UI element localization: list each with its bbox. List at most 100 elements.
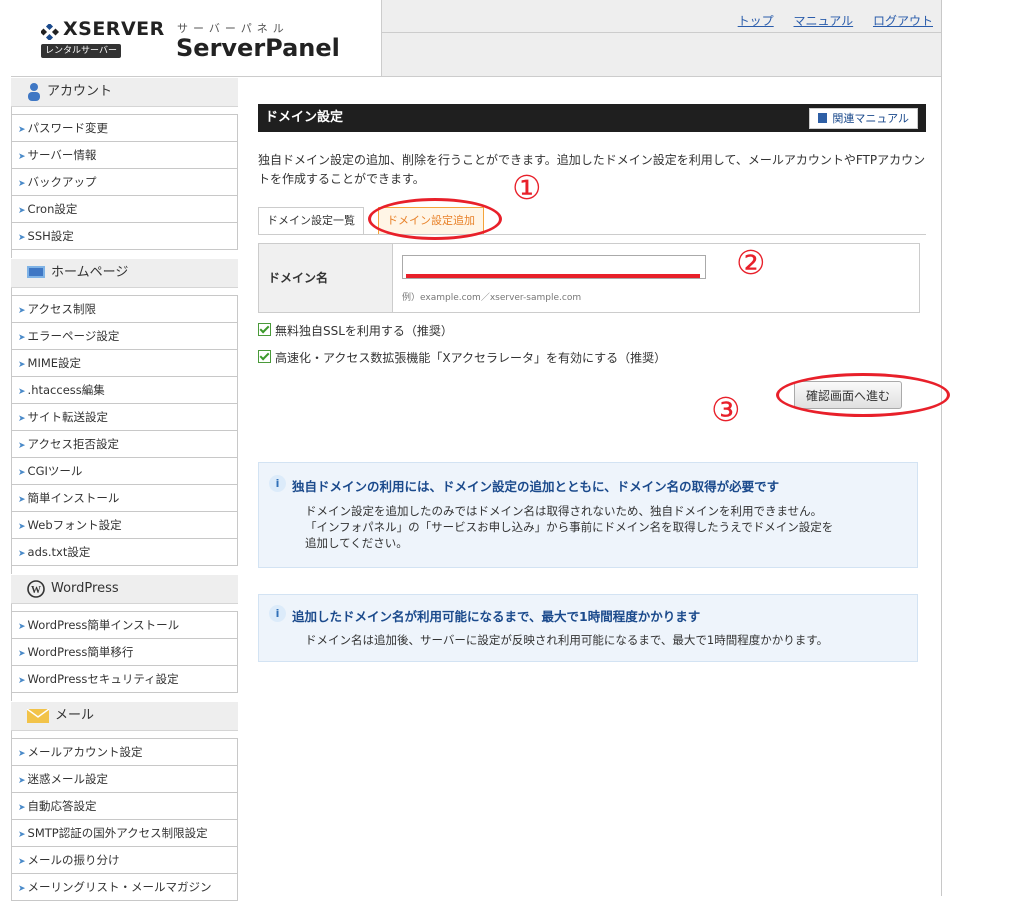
main-content: ドメイン設定 関連マニュアル 独自ドメイン設定の追加、削除を行うことができます。… [258, 104, 926, 662]
arrow-icon: ➤ [18, 360, 26, 370]
ssl-checkbox-row[interactable]: 無料独自SSLを利用する（推奨） [258, 322, 453, 339]
sidebar-item-label: パスワード変更 [27, 121, 109, 135]
sidebar-item-label: SMTP認証の国外アクセス制限設定 [27, 826, 208, 840]
section-title: メール [55, 708, 95, 723]
sidebar-item-label: アクセス制限 [27, 302, 96, 316]
arrow-icon: ➤ [18, 152, 26, 162]
domain-name-label: ドメイン名 [259, 244, 393, 312]
sidebar-item-mime[interactable]: ➤ MIME設定 [12, 350, 237, 377]
page-title-bar: ドメイン設定 関連マニュアル [258, 104, 926, 132]
sidebar-section-homepage: ホームページ [11, 258, 238, 288]
sidebar-item-label: サイト転送設定 [27, 410, 109, 424]
sidebar-item-access-limit[interactable]: ➤ アクセス制限 [12, 296, 237, 323]
sidebar-list-account: ➤ パスワード変更 ➤ サーバー情報 ➤ バックアップ ➤ Cron設定 ➤ SSH設定 [11, 114, 238, 250]
annotation-ellipse-tab [368, 198, 502, 240]
sidebar-item-error-page[interactable]: ➤ エラーページ設定 [12, 323, 237, 350]
sidebar-item-backup[interactable]: ➤ バックアップ [12, 169, 237, 196]
sidebar-item-cgi-tools[interactable]: ➤ CGIツール [12, 458, 237, 485]
top-link[interactable]: トップ [738, 14, 774, 28]
sidebar-item-auto-reply[interactable]: ➤ 自動応答設定 [12, 793, 237, 820]
book-icon [818, 113, 828, 123]
section-title: WordPress [51, 581, 119, 596]
sidebar-item-label: Cron設定 [27, 202, 78, 216]
sidebar-item-web-font[interactable]: ➤ Webフォント設定 [12, 512, 237, 539]
logout-link[interactable]: ログアウト [873, 14, 933, 28]
tab-domain-list[interactable]: ドメイン設定一覧 [258, 207, 364, 234]
sidebar-item-label: WordPress簡単インストール [27, 618, 180, 632]
sidebar-item-label: メーリングリスト・メールマガジン [27, 880, 212, 894]
arrow-icon: ➤ [18, 125, 26, 135]
sidebar-item-mail-filter[interactable]: ➤ メールの振り分け [12, 847, 237, 874]
domain-example-hint: 例）example.com／xserver-sample.com [402, 293, 582, 303]
sidebar-section-wordpress: W WordPress [11, 574, 238, 604]
sidebar-item-label: サーバー情報 [27, 148, 97, 162]
annotation-number-3: ③ [711, 390, 741, 429]
sidebar-item-site-redirect[interactable]: ➤ サイト転送設定 [12, 404, 237, 431]
wordpress-icon: W [27, 579, 45, 598]
arrow-icon: ➤ [18, 333, 26, 343]
arrow-icon: ➤ [18, 206, 26, 216]
sidebar-item-smtp[interactable]: ➤ SMTP認証の国外アクセス制限設定 [12, 820, 237, 847]
info-box-availability: i 追加したドメイン名が利用可能になるまで、最大で1時間程度かかります ドメイン… [258, 594, 918, 662]
xaccelerator-checkbox-label: 高速化・アクセス数拡張機能「Xアクセラレータ」を有効にする（推奨） [275, 351, 667, 365]
sidebar-item-mail-account[interactable]: ➤ メールアカウント設定 [12, 739, 237, 766]
sidebar-item-wp-migrate[interactable]: ➤ WordPress簡単移行 [12, 639, 237, 666]
sidebar-item-label: メールの振り分け [27, 853, 120, 867]
manual-link[interactable]: マニュアル [794, 14, 854, 28]
page-title: ドメイン設定 [265, 110, 344, 125]
sidebar-section-mail: メール [11, 701, 238, 731]
arrow-icon: ➤ [18, 749, 26, 759]
arrow-icon: ➤ [18, 233, 26, 243]
sidebar-item-label: 迷惑メール設定 [27, 772, 109, 786]
related-manual-label: 関連マニュアル [832, 112, 909, 125]
sidebar: アカウント ➤ パスワード変更 ➤ サーバー情報 ➤ バックアップ ➤ Cron設定 ➤… [11, 77, 238, 909]
checkbox-checked-icon[interactable] [258, 323, 271, 336]
checkbox-checked-icon[interactable] [258, 350, 271, 363]
ssl-checkbox-label: 無料独自SSLを利用する（推奨） [275, 324, 453, 338]
sidebar-item-cron[interactable]: ➤ Cron設定 [12, 196, 237, 223]
info-body: ドメイン設定を追加したのみではドメイン名は取得されないため、独自ドメインを利用で… [305, 503, 897, 551]
xaccelerator-checkbox-row[interactable]: 高速化・アクセス数拡張機能「Xアクセラレータ」を有効にする（推奨） [258, 349, 666, 366]
arrow-icon: ➤ [18, 803, 26, 813]
annotation-ellipse-button [776, 373, 950, 417]
monitor-icon [27, 265, 45, 278]
sidebar-item-mailing-list[interactable]: ➤ メーリングリスト・メールマガジン [12, 874, 237, 900]
arrow-icon: ➤ [18, 468, 26, 478]
domain-form: ドメイン名 例）example.com／xserver-sample.com [258, 243, 920, 313]
sidebar-item-password[interactable]: ➤ パスワード変更 [12, 115, 237, 142]
info-line: 追加してください。 [305, 536, 408, 550]
xserver-diamond-icon [41, 24, 59, 40]
arrow-icon: ➤ [18, 649, 26, 659]
sidebar-item-wp-security[interactable]: ➤ WordPressセキュリティ設定 [12, 666, 237, 692]
sidebar-item-server-info[interactable]: ➤ サーバー情報 [12, 142, 237, 169]
sidebar-item-label: ads.txt設定 [27, 545, 91, 559]
sidebar-item-spam[interactable]: ➤ 迷惑メール設定 [12, 766, 237, 793]
arrow-icon: ➤ [18, 884, 26, 894]
sidebar-item-label: .htaccess編集 [27, 383, 105, 397]
sidebar-item-access-deny[interactable]: ➤ アクセス拒否設定 [12, 431, 237, 458]
arrow-icon: ➤ [18, 414, 26, 424]
rental-server-badge: レンタルサーバー [41, 44, 121, 58]
sidebar-item-easy-install[interactable]: ➤ 簡単インストール [12, 485, 237, 512]
sidebar-item-htaccess[interactable]: ➤ .htaccess編集 [12, 377, 237, 404]
sidebar-item-ads-txt[interactable]: ➤ ads.txt設定 [12, 539, 237, 565]
sidebar-item-label: バックアップ [27, 175, 97, 189]
sidebar-item-label: WordPressセキュリティ設定 [27, 672, 179, 686]
sidebar-item-wp-install[interactable]: ➤ WordPress簡単インストール [12, 612, 237, 639]
annotation-number-2: ② [736, 243, 766, 282]
logo-area[interactable]: XSERVER レンタルサーバー サーバーパネル ServerPanel [11, 0, 381, 76]
info-title: 独自ドメインの利用には、ドメイン設定の追加とともに、ドメイン名の取得が必要です [292, 479, 780, 494]
redaction-mark [406, 274, 700, 278]
server-panel-title: ServerPanel [176, 34, 340, 62]
info-title: 追加したドメイン名が利用可能になるまで、最大で1時間程度かかります [292, 609, 701, 624]
info-icon: i [269, 605, 286, 622]
sidebar-item-ssh[interactable]: ➤ SSH設定 [12, 223, 237, 249]
info-icon: i [269, 475, 286, 492]
sidebar-item-label: WordPress簡単移行 [27, 645, 134, 659]
sidebar-item-label: Webフォント設定 [27, 518, 122, 532]
info-body: ドメイン名は追加後、サーバーに設定が反映され利用可能になるまで、最大で1時間程度… [305, 632, 897, 648]
top-links: トップ マニュアル ログアウト [722, 12, 933, 29]
section-title: アカウント [47, 84, 113, 99]
sidebar-item-label: エラーページ設定 [27, 329, 120, 343]
related-manual-button[interactable]: 関連マニュアル [809, 108, 918, 129]
